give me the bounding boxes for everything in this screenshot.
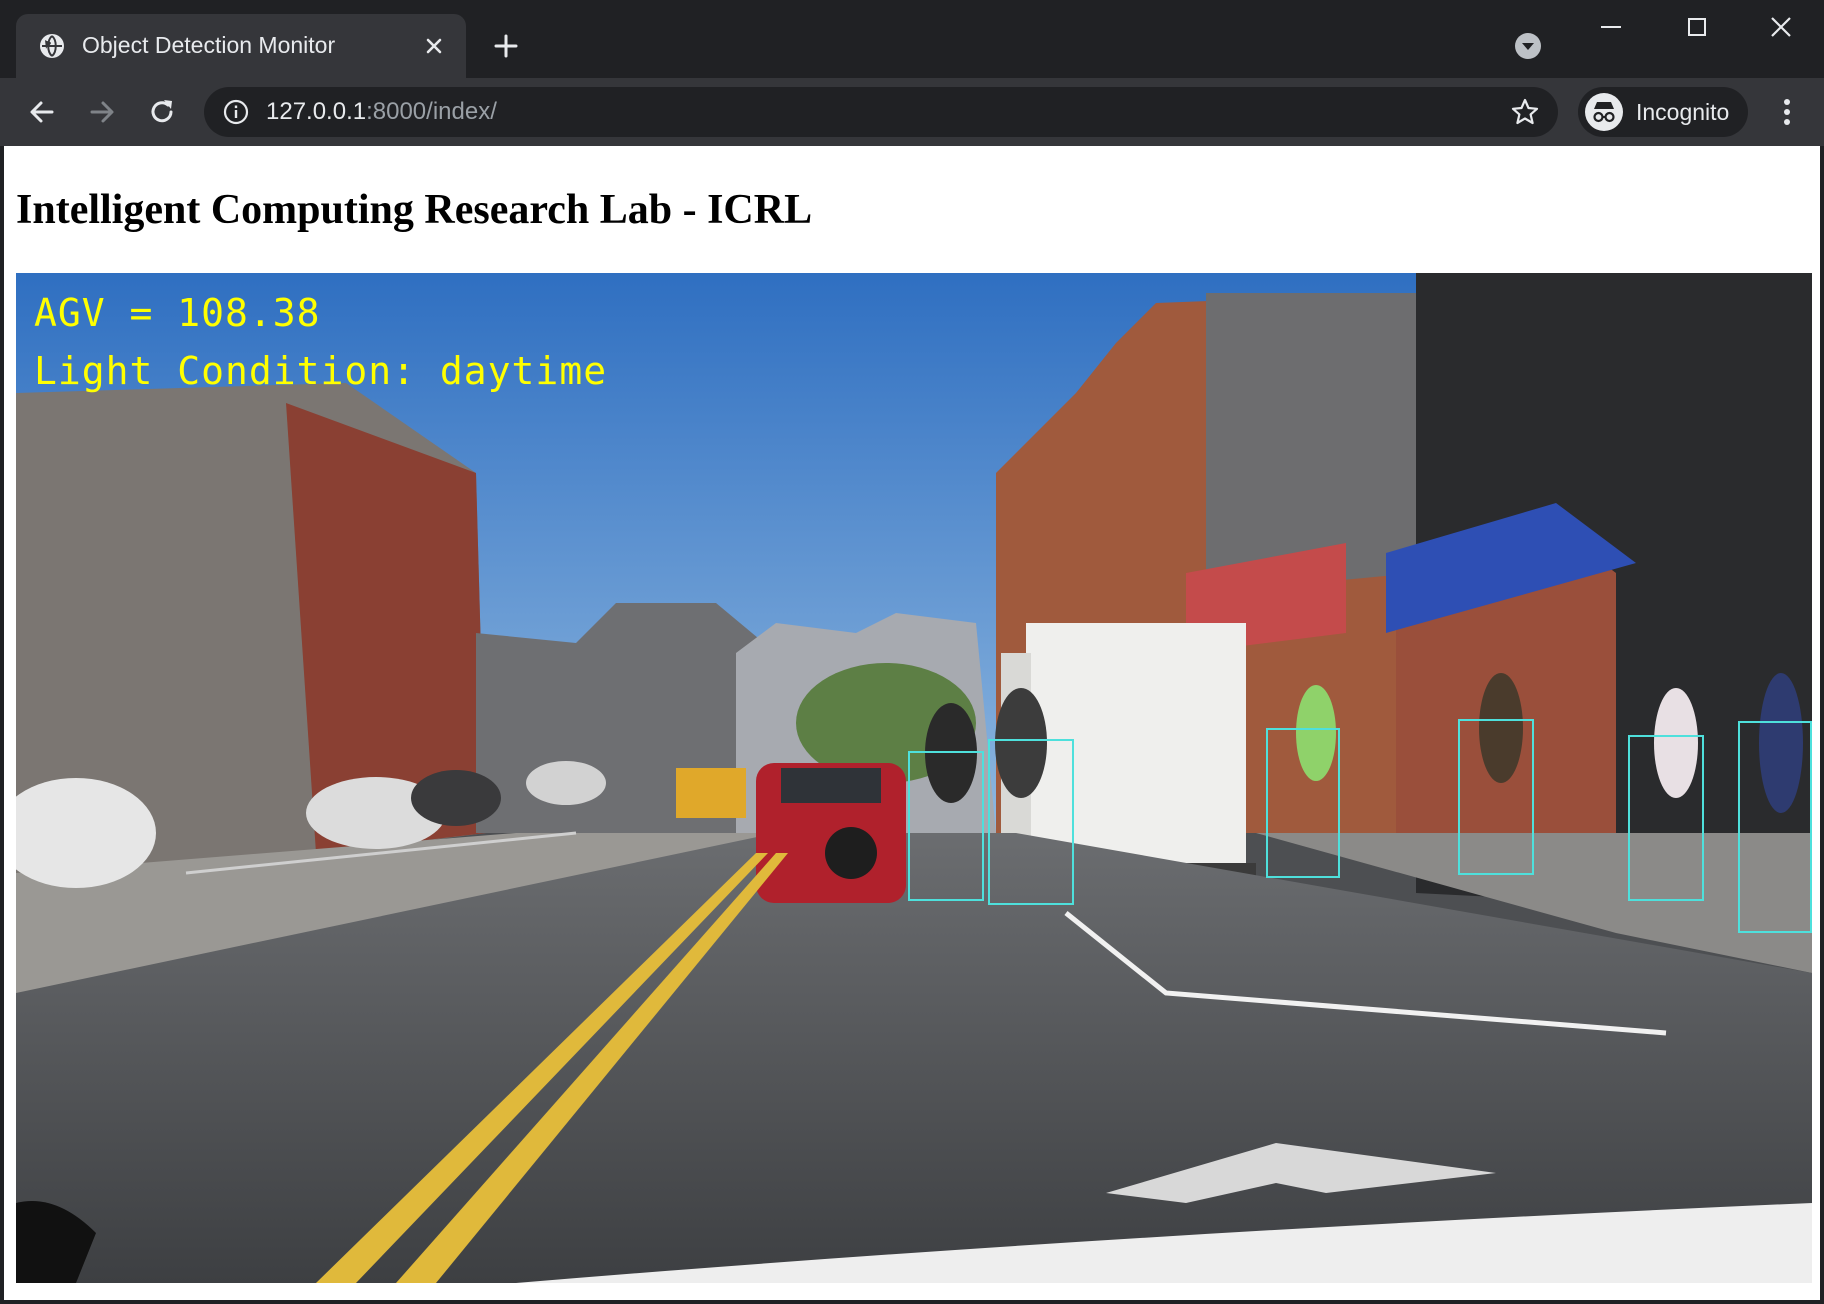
agv-readout: AGV = 108.38 [34,291,321,335]
more-vert-icon[interactable] [1770,94,1804,130]
detection-box [1458,719,1534,875]
detection-box [1628,735,1704,901]
light-condition-readout: Light Condition: daytime [34,349,608,393]
tab-title: Object Detection Monitor [82,32,336,58]
detection-box [1738,721,1812,933]
maximize-icon[interactable] [1680,10,1714,44]
address-bar[interactable]: 127.0.0.1:8000/index/ [204,87,1558,137]
incognito-icon [1585,93,1623,131]
incognito-label: Incognito [1636,99,1730,125]
incognito-badge[interactable]: Incognito [1578,87,1748,137]
globe-icon [40,34,64,58]
minimize-icon[interactable] [1594,10,1628,44]
plus-icon[interactable] [490,30,522,62]
detection-box [988,739,1074,905]
detection-box [908,751,984,901]
info-icon[interactable] [222,98,250,126]
detection-box [1266,728,1340,878]
tab-strip: Object Detection Monitor [0,0,1824,78]
browser-toolbar: 127.0.0.1:8000/index/ Incognito [0,78,1824,146]
close-icon[interactable] [420,32,448,60]
tab-object-detection[interactable]: Object Detection Monitor [16,14,466,78]
window-close-icon[interactable] [1764,10,1798,44]
page-viewport: Intelligent Computing Research Lab - ICR… [4,146,1820,1300]
url-host: 127.0.0.1 [266,98,367,125]
reload-icon[interactable] [144,94,180,130]
chevron-down-icon[interactable] [1512,30,1544,62]
url-text[interactable]: 127.0.0.1:8000/index/ [266,98,497,126]
url-path: :8000/index/ [366,98,497,125]
star-icon[interactable] [1510,97,1540,127]
page-title: Intelligent Computing Research Lab - ICR… [16,187,813,233]
video-stream: AGV = 108.38 Light Condition: daytime [16,273,1812,1283]
back-arrow-icon[interactable] [24,94,60,130]
browser-window: Object Detection Monitor 127.0.0.1:8000/… [0,0,1824,1304]
forward-arrow-icon[interactable] [84,94,120,130]
